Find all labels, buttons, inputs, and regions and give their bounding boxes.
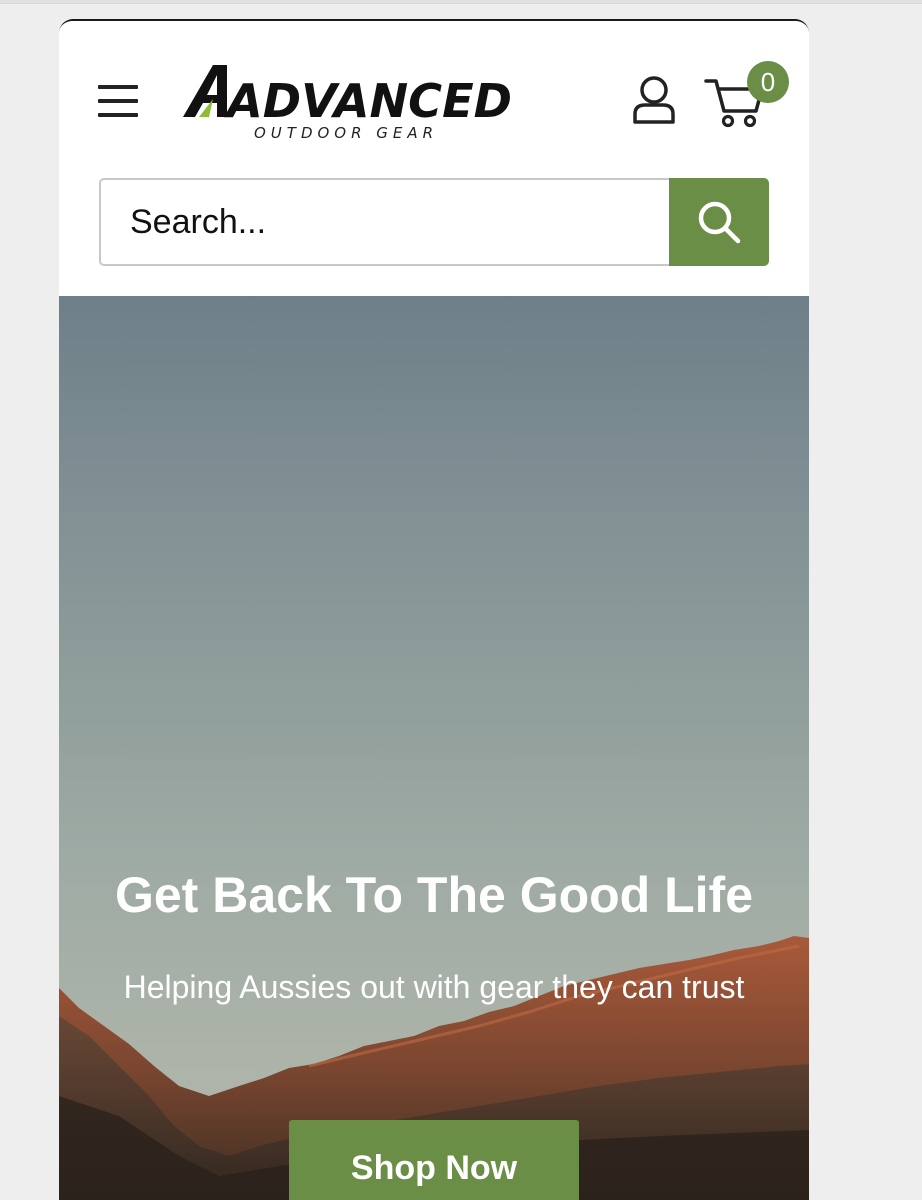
menu-bar (98, 113, 138, 117)
mobile-viewport: ADVANCED OUTDOOR GEAR 0 Search... Get Ba… (59, 19, 809, 1200)
menu-bar (98, 99, 138, 103)
search-input[interactable] (99, 178, 671, 266)
hero-banner: Get Back To The Good Life Helping Aussie… (59, 296, 809, 1200)
shop-now-button[interactable]: Shop Now (289, 1120, 579, 1200)
logo-subtitle: OUTDOOR GEAR (254, 124, 439, 142)
site-logo[interactable]: ADVANCED OUTDOOR GEAR (179, 59, 519, 145)
hamburger-menu-icon[interactable] (97, 83, 141, 119)
search-button[interactable] (669, 178, 769, 266)
account-icon[interactable] (629, 74, 681, 126)
mountain-landscape-image (59, 936, 809, 1200)
logo-text: ADVANCED (224, 74, 512, 121)
browser-top-strip (0, 0, 922, 4)
hero-title: Get Back To The Good Life (114, 867, 753, 923)
logo-wordmark: ADVANCED (183, 65, 512, 121)
menu-bar (98, 85, 138, 89)
hero-subtitle: Helping Aussies out with gear they can t… (123, 969, 745, 1005)
site-header: ADVANCED OUTDOOR GEAR 0 (59, 21, 809, 296)
search-icon (698, 201, 741, 244)
cart-count-badge: 0 (747, 61, 789, 103)
